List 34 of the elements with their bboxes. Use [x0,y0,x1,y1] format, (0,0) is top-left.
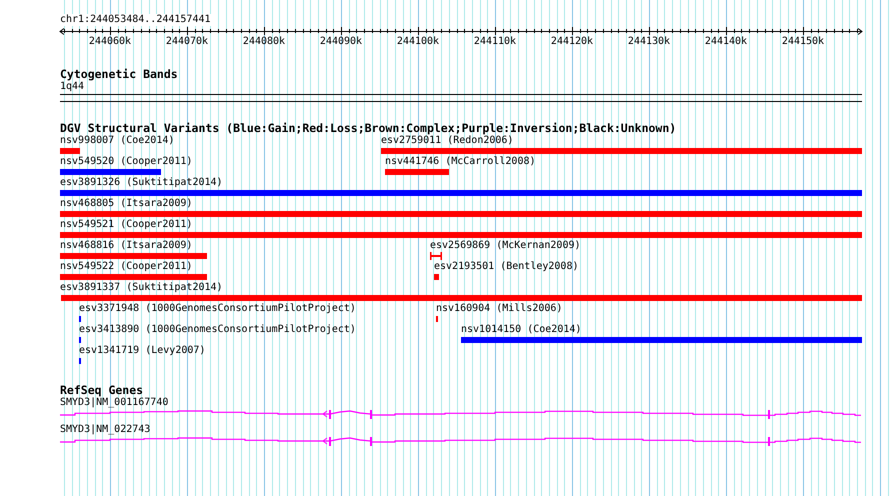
ruler-tick-label: 244080k [242,36,286,48]
variant-label: nsv160904 (Mills2006) [436,303,562,315]
variant-label: nsv1014150 (Coe2014) [461,324,582,336]
ruler-tick-label: 244060k [88,36,132,48]
variant-label: nsv549520 (Cooper2011) [60,156,192,168]
variant-label: nsv468816 (Itsara2009) [60,240,192,252]
variant-label: esv2759011 (Redon2006) [381,135,514,147]
ruler-tick-label: 244100k [396,36,440,48]
variant-label: nsv468805 (Itsara2009) [60,198,192,210]
gene-label: SMYD3|NM_001167740 [60,397,168,409]
ruler-tick-label: 244140k [704,36,748,48]
ruler-tick-label: 244120k [550,36,594,48]
variant-label: esv3371948 (1000GenomesConsortiumPilotProject) [79,303,356,315]
variant-label: esv3891337 (Suktitipat2014) [60,282,223,294]
variant-label: esv2193501 (Bentley2008) [434,261,578,273]
variant-label: esv1341719 (Levy2007) [79,345,206,357]
variant-label: nsv998007 (Coe2014) [60,135,174,147]
variant-label: nsv441746 (McCarroll2008) [385,156,536,168]
location-text: chr1:244053484..244157441 [60,14,211,26]
track-title: Cytogenetic Bands [60,68,178,81]
track-title: RefSeq Genes [60,384,144,397]
band-label: 1q44 [60,81,84,93]
variant-label: nsv549521 (Cooper2011) [60,219,192,231]
ruler-tick-label: 244070k [166,36,208,48]
gene-label: SMYD3|NM_022743 [60,424,150,436]
ruler-tick-label: 244130k [628,36,670,48]
ruler-tick-label: 244090k [320,36,362,48]
ruler-tick-label: 244110k [474,36,516,48]
track-title: DGV Structural Variants (Blue:Gain;Red:Loss;Brown:Complex;Purple:Inversion;Black:Unknown) [60,122,676,135]
variant-label: esv2569869 (McKernan2009) [430,240,581,252]
variant-label: nsv549522 (Cooper2011) [60,261,192,273]
variant-label: esv3413890 (1000GenomesConsortiumPilotProject) [79,324,356,336]
variant-label: esv3891326 (Suktitipat2014) [60,177,223,189]
ruler-tick-label: 244150k [782,36,824,48]
